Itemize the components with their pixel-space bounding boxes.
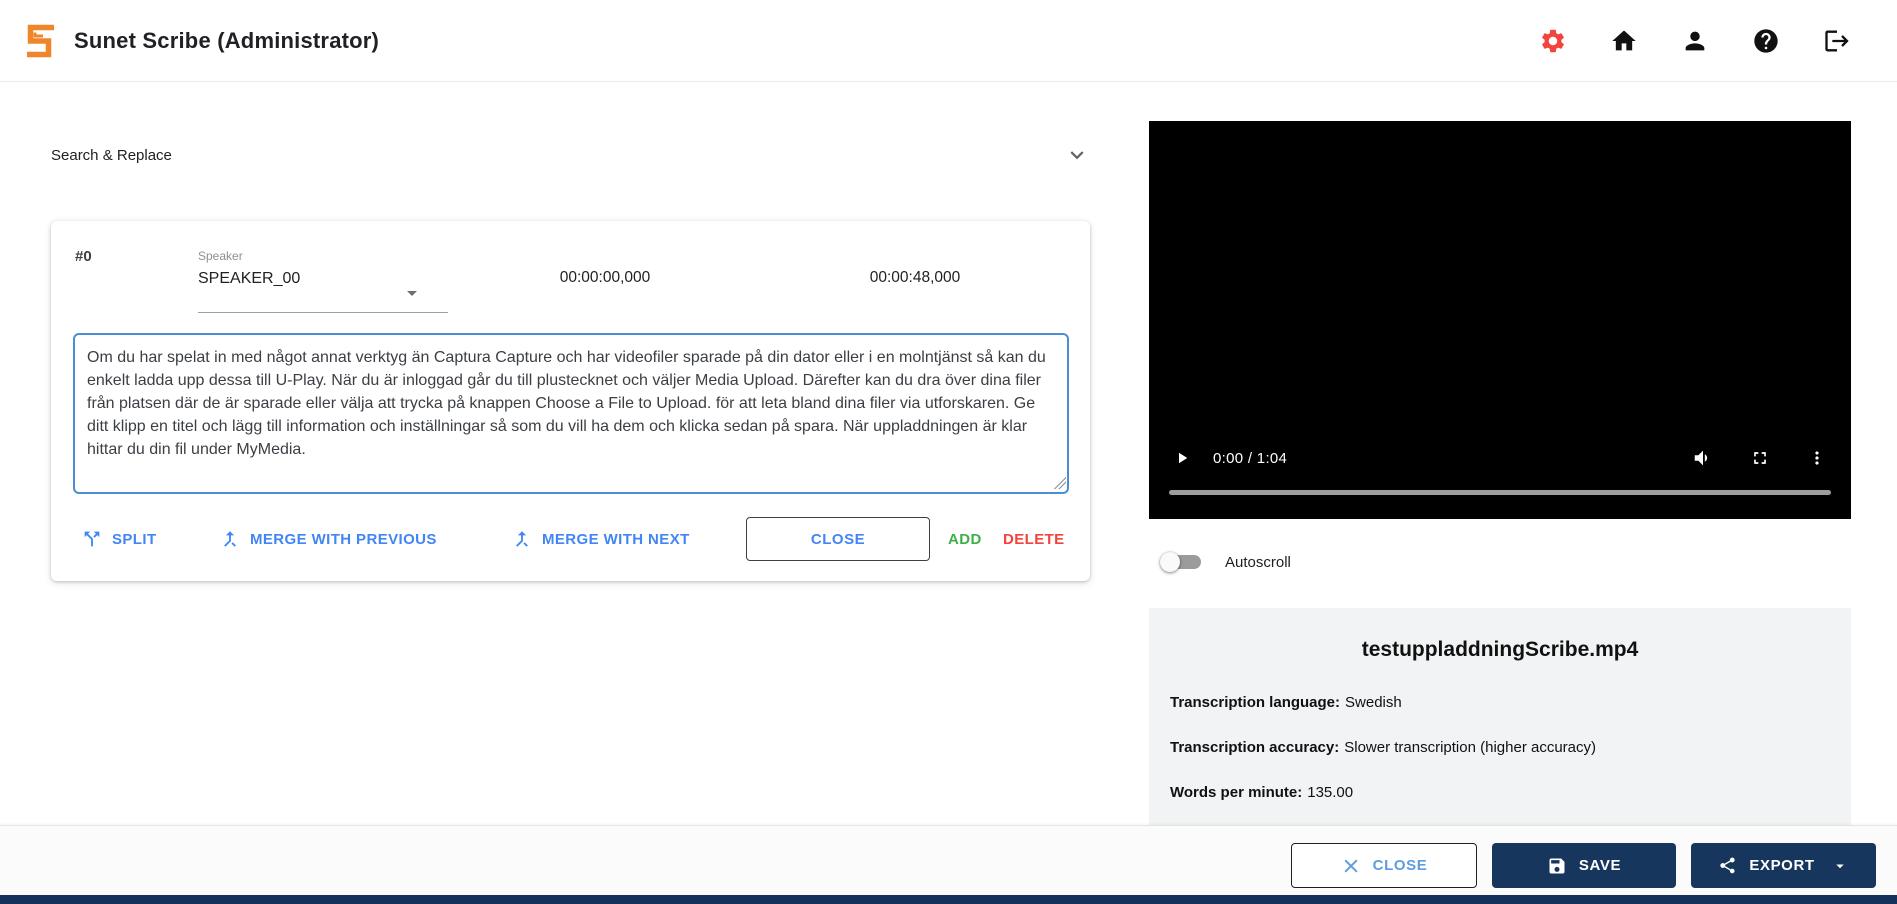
save-floppy-icon — [1547, 856, 1567, 876]
add-button[interactable]: ADD — [948, 517, 982, 561]
transcription-accuracy-value: Slower transcription (higher accuracy) — [1344, 739, 1596, 756]
save-button-label: SAVE — [1579, 857, 1621, 874]
merge-with-previous-label: MERGE WITH PREVIOUS — [250, 531, 437, 548]
transcript-textarea[interactable]: Om du har spelat in med något annat verk… — [73, 333, 1069, 494]
merge-with-next-button[interactable]: MERGE WITH NEXT — [511, 517, 690, 561]
delete-button[interactable]: DELETE — [1003, 517, 1065, 561]
media-filename: testuppladdningScribe.mp4 — [1149, 638, 1851, 662]
split-button[interactable]: SPLIT — [81, 517, 157, 561]
fullscreen-icon[interactable] — [1748, 446, 1772, 470]
chevron-down-icon[interactable] — [1064, 142, 1090, 168]
bottom-accent-strip — [0, 895, 1897, 904]
speaker-underline — [198, 312, 448, 313]
dropdown-arrow-icon — [400, 281, 424, 305]
help-icon[interactable] — [1752, 27, 1780, 55]
words-per-minute-label: Words per minute: — [1170, 784, 1302, 801]
volume-icon[interactable] — [1691, 446, 1715, 470]
merge-with-previous-button[interactable]: MERGE WITH PREVIOUS — [219, 517, 437, 561]
search-replace-label: Search & Replace — [51, 147, 172, 164]
app-root: Sunet Scribe (Administrator) Search & Re… — [0, 0, 1897, 904]
transcription-accuracy-label: Transcription accuracy: — [1170, 739, 1339, 756]
more-vertical-icon[interactable] — [1805, 446, 1829, 470]
segment-close-button[interactable]: CLOSE — [746, 517, 930, 561]
logout-icon[interactable] — [1823, 27, 1851, 55]
merge-with-next-label: MERGE WITH NEXT — [542, 531, 690, 548]
toggle-switch-icon[interactable] — [1160, 549, 1206, 575]
export-button-label: EXPORT — [1749, 857, 1814, 874]
speaker-select[interactable]: Speaker SPEAKER_00 — [198, 249, 448, 313]
speaker-field-label: Speaker — [198, 249, 448, 263]
app-header: Sunet Scribe (Administrator) — [0, 0, 1897, 82]
user-icon[interactable] — [1681, 27, 1709, 55]
video-player[interactable]: 0:00 / 1:04 — [1149, 121, 1851, 519]
play-icon[interactable] — [1171, 447, 1193, 469]
media-info-card: testuppladdningScribe.mp4 Transcription … — [1149, 608, 1851, 825]
media-info-row: Transcription accuracy: Slower transcript… — [1170, 739, 1596, 756]
save-button[interactable]: SAVE — [1492, 843, 1676, 888]
segment-end-time: 00:00:48,000 — [840, 269, 990, 287]
footer-bar: CLOSE SAVE EXPORT — [0, 825, 1897, 895]
settings-gear-icon[interactable] — [1539, 27, 1567, 55]
video-time-display: 0:00 / 1:04 — [1213, 450, 1287, 467]
video-progress-bar[interactable] — [1169, 490, 1831, 495]
segment-actions-row: SPLIT MERGE WITH PREVIOUS MERGE WITH NEX… — [51, 517, 1090, 561]
autoscroll-toggle[interactable]: Autoscroll — [1160, 549, 1291, 575]
page-title: Sunet Scribe (Administrator) — [74, 28, 379, 54]
merge-up-icon — [511, 528, 533, 550]
words-per-minute-value: 135.00 — [1307, 784, 1353, 801]
merge-up-icon — [219, 528, 241, 550]
close-button-label: CLOSE — [1373, 857, 1428, 874]
split-label: SPLIT — [112, 531, 157, 548]
video-controls: 0:00 / 1:04 — [1149, 440, 1851, 476]
home-icon[interactable] — [1610, 27, 1638, 55]
autoscroll-label: Autoscroll — [1225, 554, 1291, 571]
media-info-row: Transcription language: Swedish — [1170, 694, 1402, 711]
segment-card: #0 Speaker SPEAKER_00 00:00:00,000 00:00… — [51, 221, 1090, 581]
segment-start-time: 00:00:00,000 — [530, 269, 680, 287]
transcription-language-value: Swedish — [1345, 694, 1402, 711]
search-replace-panel-header[interactable]: Search & Replace — [51, 136, 1090, 174]
share-icon — [1718, 856, 1737, 875]
chevron-down-icon — [1831, 857, 1849, 875]
transcription-language-label: Transcription language: — [1170, 694, 1340, 711]
split-icon — [81, 528, 103, 550]
delete-label: DELETE — [1003, 531, 1065, 548]
segment-close-label: CLOSE — [811, 531, 865, 548]
header-actions — [1539, 27, 1851, 55]
sunet-logo-icon — [20, 21, 60, 61]
add-label: ADD — [948, 531, 982, 548]
export-button[interactable]: EXPORT — [1691, 843, 1876, 888]
close-x-icon — [1341, 856, 1361, 876]
close-button[interactable]: CLOSE — [1291, 843, 1477, 888]
media-info-row: Words per minute: 135.00 — [1170, 784, 1353, 801]
segment-index: #0 — [75, 248, 92, 265]
